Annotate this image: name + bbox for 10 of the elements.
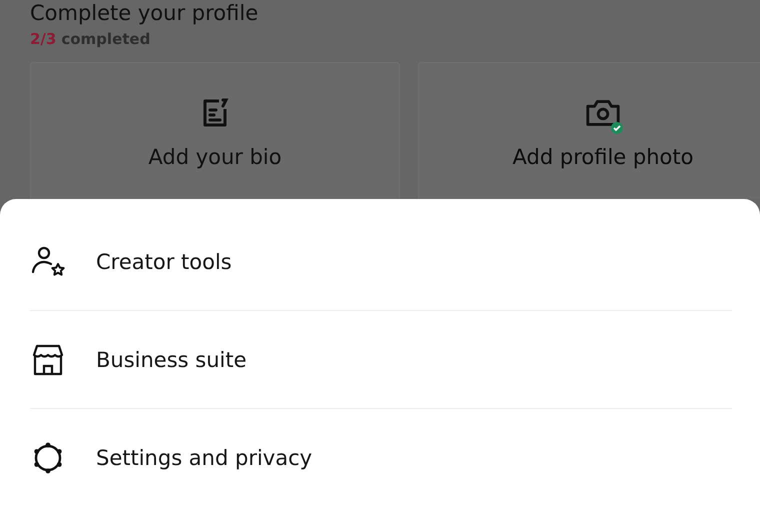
check-badge-icon	[611, 122, 623, 134]
menu-item[interactable]: Business suite	[30, 311, 732, 408]
task-card[interactable]: Add profile photo	[418, 62, 760, 199]
task-label: Add profile photo	[512, 145, 694, 169]
section-title: Complete your profile	[30, 0, 260, 26]
progress-count: 2/3	[30, 30, 56, 48]
task-label: Add your bio	[148, 145, 282, 169]
progress-label: completed	[61, 30, 150, 48]
menu-item[interactable]: Settings and privacy	[30, 409, 732, 506]
menu-item[interactable]: Creator tools	[30, 213, 732, 310]
